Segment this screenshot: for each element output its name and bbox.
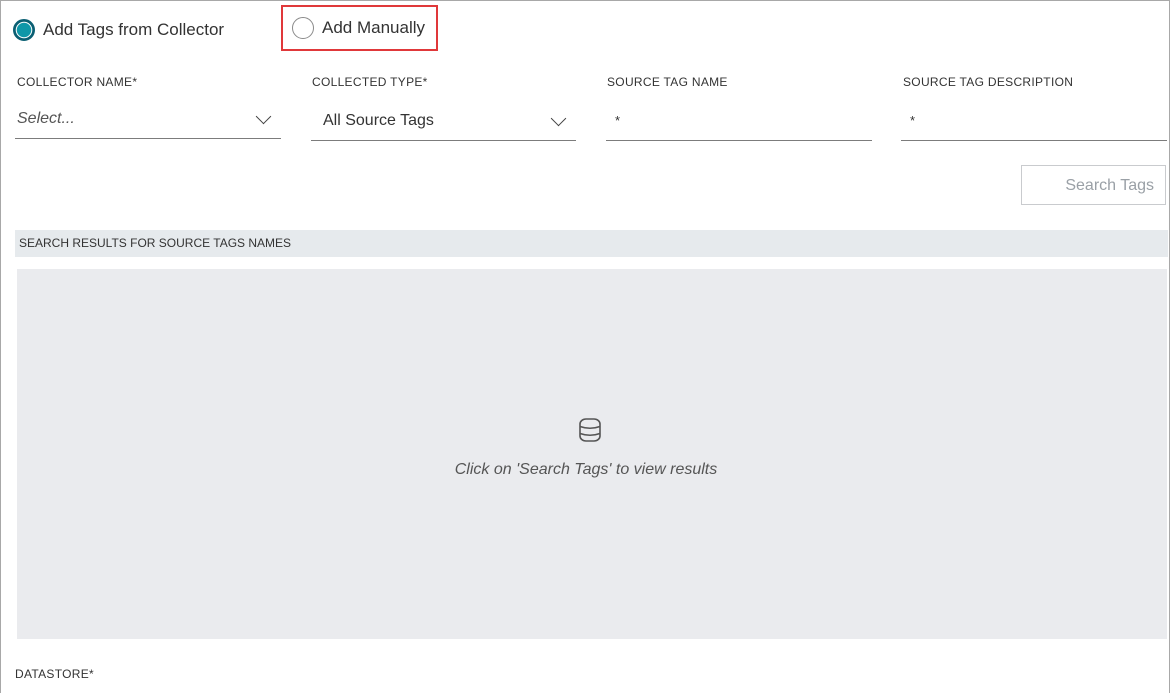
collected-type-label: COLLECTED TYPE* [312,75,428,89]
datastore-label: DATASTORE* [15,667,95,681]
database-icon [579,418,601,442]
radio-checked-icon [13,19,35,41]
source-tag-name-label: SOURCE TAG NAME [607,75,728,89]
search-tags-button[interactable]: Search Tags [1021,165,1166,205]
add-manually-radio[interactable]: Add Manually [281,5,438,51]
radio-unchecked-icon [292,17,314,39]
search-results-area [17,269,1167,639]
collected-type-value: All Source Tags [323,112,434,129]
source-tag-description-input[interactable]: * [901,101,1167,141]
collected-type-select[interactable]: All Source Tags [311,101,576,141]
collector-name-select[interactable]: Select... [15,99,281,139]
collector-name-label: COLLECTOR NAME* [17,75,138,89]
add-tags-panel: Add Tags from Collector Add Manually COL… [0,0,1170,693]
add-from-collector-radio[interactable]: Add Tags from Collector [13,19,224,41]
chevron-down-icon [550,110,567,127]
search-results-header: SEARCH RESULTS FOR SOURCE TAGS NAMES [15,230,1168,257]
source-tag-name-input[interactable]: * [606,101,872,141]
source-tag-description-value: * [910,113,916,128]
add-manually-label: Add Manually [322,18,426,37]
source-tag-description-label: SOURCE TAG DESCRIPTION [903,75,1074,89]
chevron-down-icon [255,108,272,125]
empty-results-message: Click on 'Search Tags' to view results [454,461,718,478]
collector-name-placeholder: Select... [17,110,75,127]
add-from-collector-label: Add Tags from Collector [43,20,225,39]
source-tag-name-value: * [615,113,621,128]
